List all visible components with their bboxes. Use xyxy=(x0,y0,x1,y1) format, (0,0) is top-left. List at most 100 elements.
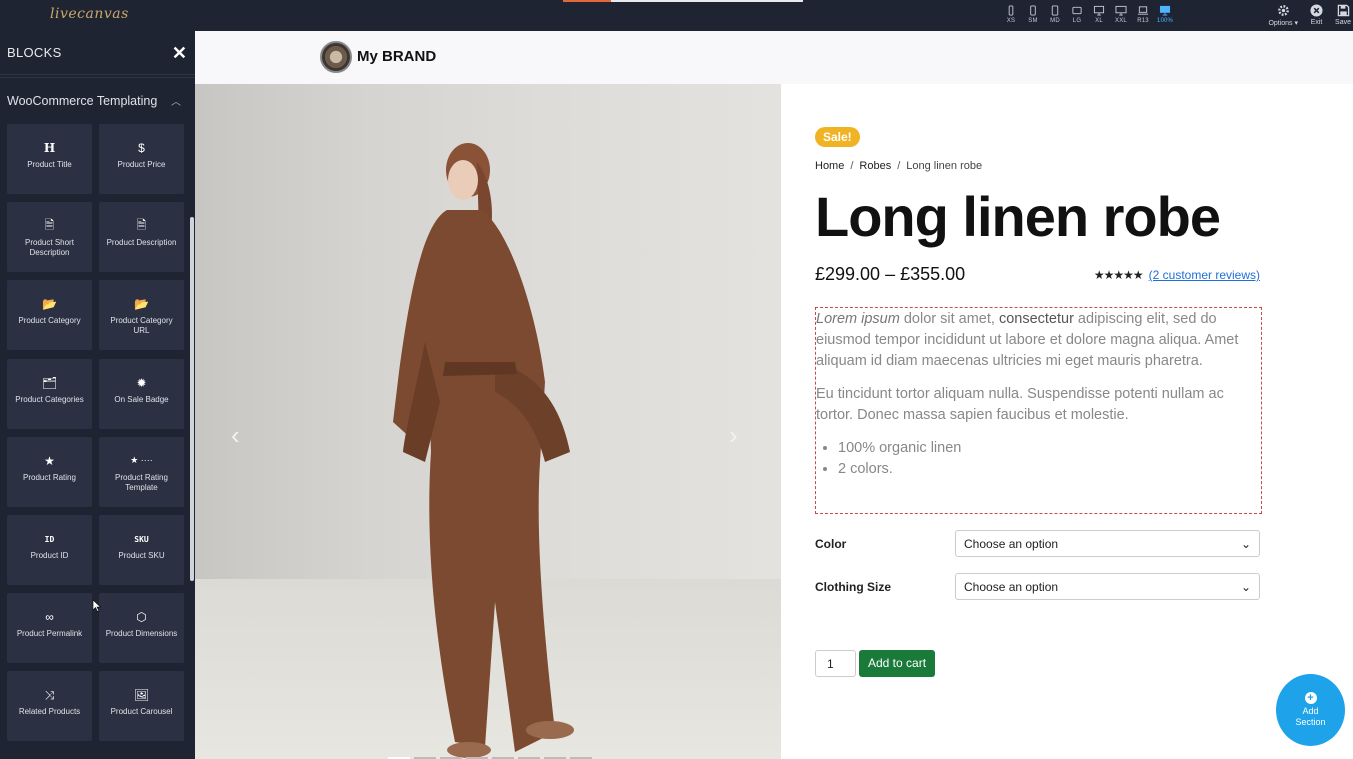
device-xl-button[interactable]: XL xyxy=(1088,5,1110,24)
brand-name[interactable]: My BRAND xyxy=(357,48,436,65)
block-label: Product Title xyxy=(27,160,72,169)
section-label: WooCommerce Templating xyxy=(7,93,158,108)
block-product-description[interactable]: 🗎 Product Description xyxy=(99,202,184,273)
block-product-dimensions[interactable]: ⬡ Product Dimensions xyxy=(99,593,184,664)
carousel-prev-icon[interactable]: ‹ xyxy=(231,420,240,451)
product-short-description[interactable]: Lorem ipsum dolor sit amet, consectetur … xyxy=(815,307,1262,514)
block-product-title[interactable]: H Product Title xyxy=(7,124,92,194)
exit-button[interactable]: Exit xyxy=(1310,4,1323,27)
block-label: Product SKU xyxy=(118,551,165,560)
chevron-down-icon: ⌄ xyxy=(1240,536,1251,551)
folder-link-icon: 📂 xyxy=(134,297,149,312)
add-to-cart-button[interactable]: Add to cart xyxy=(859,650,936,677)
shuffle-icon: ⤨ xyxy=(44,687,55,702)
block-product-categories[interactable]: 🗂 Product Categories xyxy=(7,358,92,429)
sidebar-title: BLOCKS xyxy=(7,45,62,60)
phone-icon xyxy=(1030,5,1036,16)
block-product-permalink[interactable]: ∞ Product Permalink xyxy=(7,593,92,664)
device-sm-button[interactable]: SM xyxy=(1022,5,1044,24)
gear-icon xyxy=(1277,5,1289,16)
description-paragraph: Lorem ipsum dolor sit amet, consectetur … xyxy=(816,311,1239,369)
desktop-icon xyxy=(1115,5,1127,16)
list-item: 2 colors. xyxy=(838,459,1261,480)
size-select[interactable]: Choose an option ⌄ xyxy=(955,573,1260,600)
laptop-icon xyxy=(1137,6,1149,15)
color-select[interactable]: Choose an option ⌄ xyxy=(955,530,1260,557)
device-xs-button[interactable]: XS xyxy=(1000,5,1022,24)
save-button[interactable]: Save xyxy=(1335,4,1351,27)
block-product-carousel[interactable]: 🖼 Product Carousel xyxy=(99,671,184,742)
block-product-category[interactable]: 📂 Product Category xyxy=(7,280,92,351)
device-xxl-button[interactable]: XXL xyxy=(1110,5,1132,24)
block-label: Product Price xyxy=(117,160,166,169)
toolbar-actions: Options ▾ Exit Save xyxy=(1256,4,1353,27)
block-label: Product Carousel xyxy=(110,707,173,717)
page-canvas: My BRAND ‹ › Sale! Home / Robes / Long linen… xyxy=(195,31,1353,759)
size-label: Clothing Size xyxy=(815,579,891,594)
folders-icon: 🗂 xyxy=(41,375,58,390)
block-product-sku[interactable]: SKU Product SKU xyxy=(99,515,184,585)
block-label: On Sale Badge xyxy=(114,394,169,404)
image-icon: 🖼 xyxy=(133,688,150,703)
device-r13-button[interactable]: R13 xyxy=(1132,5,1154,24)
block-label: Product Categories xyxy=(15,394,84,404)
close-icon[interactable]: ✕ xyxy=(172,44,187,62)
add-section-button[interactable]: + Add Section xyxy=(1276,674,1345,746)
document-filled-icon: 🗎 xyxy=(136,217,147,232)
star-template-icon: ★ ···· xyxy=(130,455,153,466)
color-variant-row: Color Choose an option ⌄ xyxy=(815,530,1260,557)
breadcrumb-robes[interactable]: Robes xyxy=(859,160,891,172)
mouse-cursor-icon xyxy=(93,600,101,612)
close-circle-icon xyxy=(1310,4,1323,17)
desktop-icon xyxy=(1093,5,1105,16)
block-product-price[interactable]: $ Product Price xyxy=(99,124,184,194)
block-label: Product Dimensions xyxy=(105,629,178,639)
cube-icon: ⬡ xyxy=(136,610,147,625)
breadcrumb: Home / Robes / Long linen robe xyxy=(815,160,983,172)
blocks-sidebar: BLOCKS ✕ WooCommerce Templating ︿ H Produ… xyxy=(0,31,195,759)
block-product-id[interactable]: ID Product ID xyxy=(7,515,92,585)
device-lg-button[interactable]: LG xyxy=(1066,5,1088,24)
monitor-icon xyxy=(1159,5,1171,16)
color-label: Color xyxy=(815,536,847,551)
folder-open-icon: 📂 xyxy=(42,297,57,312)
block-on-sale-badge[interactable]: ✹ On Sale Badge xyxy=(99,358,184,429)
options-button[interactable]: Options ▾ xyxy=(1268,4,1298,27)
tablet-landscape-icon xyxy=(1072,6,1082,15)
block-product-rating-template[interactable]: ★ ···· Product Rating Template xyxy=(99,436,184,507)
device-switcher: XS SM MD LG XL XXL R13 100% xyxy=(1000,5,1176,24)
block-label: Product ID xyxy=(30,551,69,560)
product-image-carousel[interactable]: ‹ › xyxy=(195,84,781,759)
loading-progress xyxy=(563,0,803,2)
quantity-input[interactable]: 1 xyxy=(815,650,856,677)
device-md-button[interactable]: MD xyxy=(1044,5,1066,24)
badge-icon: ✹ xyxy=(136,375,147,390)
block-product-short-description[interactable]: 🗎 Product Short Description xyxy=(7,202,92,273)
star-icon: ★ xyxy=(44,453,55,468)
star-rating-icon: ★★★★★ xyxy=(1093,268,1144,282)
block-related-products[interactable]: ⤨ Related Products xyxy=(7,671,92,742)
top-toolbar: livecanvas XS SM MD LG XL XXL R13 100% O… xyxy=(0,0,1353,31)
block-product-rating[interactable]: ★ Product Rating xyxy=(7,436,92,507)
document-icon: 🗎 xyxy=(44,217,55,232)
feature-list: 100% organic linen 2 colors. xyxy=(816,438,1261,480)
woocommerce-section-toggle[interactable]: WooCommerce Templating ︿ xyxy=(0,77,195,123)
block-label: Product Description xyxy=(106,238,177,248)
tablet-icon xyxy=(1051,5,1059,16)
dollar-icon: $ xyxy=(138,141,145,155)
block-label: Product Category URL xyxy=(110,316,173,336)
device-100-button[interactable]: 100% xyxy=(1154,5,1176,24)
list-item: 100% organic linen xyxy=(838,438,1261,459)
carousel-next-icon[interactable]: › xyxy=(729,420,738,451)
block-label: Product Rating Template xyxy=(115,472,168,492)
sidebar-header: BLOCKS ✕ xyxy=(0,31,195,75)
brand-logo[interactable] xyxy=(320,41,352,73)
sidebar-scrollbar[interactable] xyxy=(190,217,194,581)
block-label: Product Rating xyxy=(23,472,76,482)
reviews-link[interactable]: (2 customer reviews) xyxy=(1149,268,1260,282)
block-product-category-url[interactable]: 📂 Product Category URL xyxy=(99,280,184,351)
block-label: Product Category xyxy=(18,316,81,326)
breadcrumb-home[interactable]: Home xyxy=(815,160,844,172)
save-icon xyxy=(1337,4,1349,17)
product-title: Long linen robe xyxy=(815,185,1221,248)
